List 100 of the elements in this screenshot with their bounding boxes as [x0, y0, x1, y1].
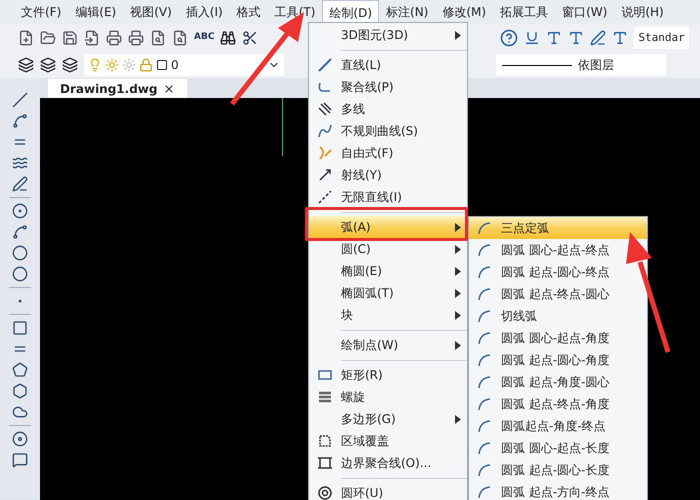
menu-entry[interactable]: 射线(Y) — [309, 164, 467, 186]
color-swatch-icon — [156, 59, 168, 71]
menu-item[interactable]: 标注(N) — [379, 0, 436, 24]
submenu-arrow-icon — [455, 310, 461, 320]
menu-entry[interactable]: 块 — [309, 304, 467, 326]
draw-tool-icon[interactable] — [12, 383, 28, 399]
text-style-field[interactable]: Standar — [634, 27, 689, 49]
layer-dropdown[interactable]: 0 — [84, 54, 284, 76]
layers-icon[interactable] — [62, 57, 78, 73]
menu-entry[interactable]: 圆弧 起点-方向-终点 — [469, 481, 647, 500]
menu-item[interactable]: 插入(I) — [178, 0, 230, 24]
layer-name: 0 — [171, 57, 180, 74]
text-icon[interactable] — [612, 30, 628, 46]
menu-entry[interactable]: 圆弧 圆心-起点-终点 — [469, 239, 647, 261]
toolbar-icon[interactable] — [84, 30, 100, 46]
toolbar-icon[interactable] — [172, 30, 188, 46]
draw-tool-icon — [316, 484, 334, 500]
cut-icon[interactable] — [242, 30, 258, 46]
menu-item[interactable]: 视图(V) — [123, 0, 179, 24]
menu-item[interactable]: 修改(M) — [435, 0, 494, 24]
layers-icon[interactable] — [18, 57, 34, 73]
lock-icon — [139, 58, 153, 72]
edit-text-icon[interactable] — [590, 30, 606, 46]
menu-item[interactable]: 格式 — [230, 0, 268, 24]
menu-entry[interactable]: 绘制点(W) — [309, 334, 467, 356]
submenu-arrow-icon — [455, 30, 461, 40]
menu-entry[interactable]: 圆弧 起点-角度-圆心 — [469, 371, 647, 393]
draw-tool-icon[interactable] — [12, 176, 28, 192]
toolbar-icon[interactable] — [40, 30, 56, 46]
menu-item[interactable]: 绘制(D) — [322, 0, 380, 24]
draw-tool-icon — [316, 100, 334, 118]
toolbar-icon[interactable] — [18, 30, 34, 46]
menu-entry[interactable]: 圆弧 起点-圆心-角度 — [469, 349, 647, 371]
submenu-arrow-icon — [455, 266, 461, 276]
draw-tool-icon — [316, 188, 334, 206]
menu-entry[interactable]: 自由式(F) — [309, 142, 467, 164]
menu-entry[interactable]: 3D图元(3D) — [309, 24, 467, 46]
close-icon[interactable] — [163, 82, 176, 94]
submenu-arrow-icon — [455, 288, 461, 298]
submenu-arrow-icon — [455, 340, 461, 350]
menu-item[interactable]: 拓展工具 — [493, 0, 556, 24]
menu-entry[interactable]: 多线 — [309, 98, 467, 120]
layers-icon[interactable] — [40, 57, 56, 73]
menu-entry[interactable]: 圆(C) — [309, 238, 467, 260]
document-tab[interactable]: Drawing1.dwg — [48, 79, 188, 98]
menu-entry[interactable]: 圆弧 起点-圆心-终点 — [469, 261, 647, 283]
draw-tool-icon — [316, 122, 334, 140]
toolbar-icon[interactable] — [106, 30, 122, 46]
menu-entry[interactable]: 圆弧 圆心-起点-长度 — [469, 437, 647, 459]
draw-tool-icon[interactable] — [12, 431, 28, 447]
menu-entry[interactable]: 圆弧 圆心-起点-角度 — [469, 327, 647, 349]
draw-tool-icon[interactable] — [12, 362, 28, 378]
draw-tool-icon[interactable] — [12, 266, 28, 282]
sun-icon — [122, 58, 136, 72]
menu-item[interactable]: 编辑(E) — [68, 0, 124, 24]
menu-entry[interactable]: 直线(L) — [309, 54, 467, 76]
text-style-icon[interactable] — [524, 30, 540, 46]
sun-icon — [105, 58, 119, 72]
binoculars-icon[interactable] — [220, 30, 236, 46]
menu-entry[interactable]: 椭圆(E) — [309, 260, 467, 282]
draw-tool-icon[interactable] — [12, 113, 28, 129]
toolbar-icon[interactable] — [150, 30, 166, 46]
spell-check-icon[interactable]: ABC — [194, 31, 214, 45]
draw-tool-icon[interactable] — [12, 404, 28, 420]
menu-item[interactable]: 窗口(W) — [555, 0, 614, 24]
text-icon[interactable] — [568, 30, 584, 46]
menu-entry[interactable]: 螺旋 — [309, 386, 467, 408]
menu-entry[interactable]: 圆环(U) — [309, 482, 467, 500]
draw-tool-icon — [316, 56, 334, 74]
submenu-arrow-icon — [455, 244, 461, 254]
menu-entry[interactable]: 聚合线(P) — [309, 76, 467, 98]
draw-tool-icon[interactable] — [12, 320, 28, 336]
menu-entry[interactable]: 圆弧 起点-圆心-长度 — [469, 459, 647, 481]
menu-entry[interactable]: 圆弧起点-角度-终点 — [469, 415, 647, 437]
menu-entry[interactable]: 多边形(G) — [309, 408, 467, 430]
linetype-dropdown[interactable]: 依图层 — [496, 54, 666, 76]
menu-item[interactable]: 说明(H) — [614, 0, 671, 24]
text-icon[interactable] — [546, 30, 562, 46]
menu-entry[interactable]: 圆弧 起点-终点-圆心 — [469, 283, 647, 305]
menu-entry[interactable]: 圆弧 起点-终点-角度 — [469, 393, 647, 415]
menu-entry[interactable]: 不规则曲线(S) — [309, 120, 467, 142]
menu-entry[interactable]: 无限直线(I) — [309, 186, 467, 208]
toolbar-icon[interactable] — [128, 30, 144, 46]
menu-entry[interactable]: 椭圆弧(T) — [309, 282, 467, 304]
menu-entry[interactable]: 边界聚合线(O)... — [309, 452, 467, 474]
submenu-arrow-icon — [455, 414, 461, 424]
draw-tool-icon[interactable] — [12, 452, 28, 468]
toolbar-icon[interactable] — [62, 30, 78, 46]
draw-tool-icon[interactable] — [12, 155, 28, 171]
help-icon[interactable] — [500, 29, 518, 47]
menu-entry[interactable]: 区域覆盖 — [309, 430, 467, 452]
menu-entry[interactable]: 矩形(R) — [309, 364, 467, 386]
menu-entry[interactable]: 弧(A) — [309, 216, 467, 238]
draw-tool-icon[interactable] — [12, 92, 28, 108]
menu-entry[interactable]: 切线弧 — [469, 305, 647, 327]
menu-item[interactable]: 文件(F) — [14, 0, 68, 24]
menu-entry[interactable]: 三点定弧 — [469, 217, 647, 239]
draw-tool-icon[interactable] — [12, 203, 28, 219]
draw-tool-icon[interactable] — [12, 224, 28, 240]
draw-tool-icon[interactable] — [12, 245, 28, 261]
